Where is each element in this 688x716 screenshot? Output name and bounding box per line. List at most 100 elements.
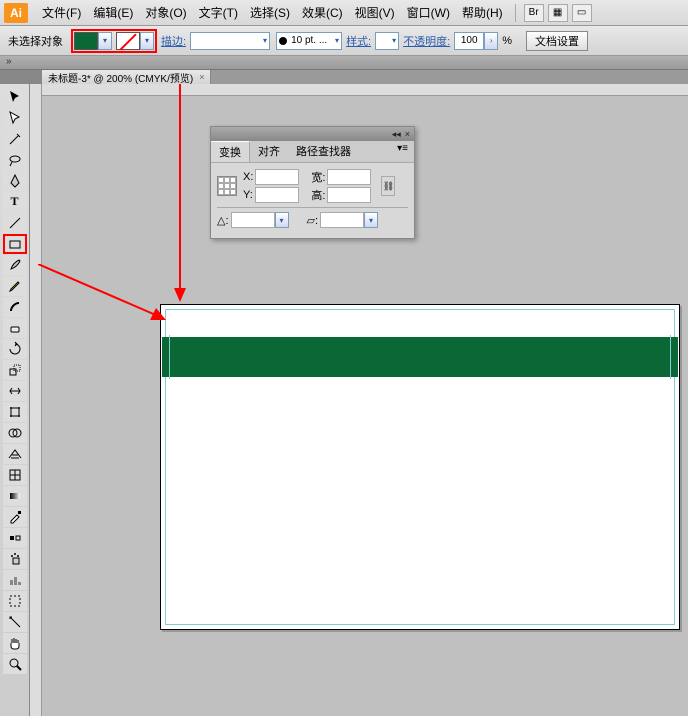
width-label: 宽: (311, 169, 325, 185)
menu-object[interactable]: 对象(O) (139, 4, 192, 21)
fill-color-swatch[interactable] (74, 32, 98, 50)
tool-panel: T (0, 84, 30, 716)
document-tab-bar: 未标题-3* @ 200% (CMYK/预览) × (0, 70, 688, 84)
tab-transform[interactable]: 变换 (211, 141, 250, 162)
magic-wand-tool[interactable] (3, 129, 27, 149)
document-setup-button[interactable]: 文档设置 (526, 31, 588, 51)
control-bar: 未选择对象 ▾ ▾ 描边: ▾ 10 pt. ... ▾ 样式: ▾ 不透明度:… (0, 26, 688, 56)
width-input[interactable] (327, 169, 371, 185)
menu-type[interactable]: 文字(T) (193, 4, 244, 21)
opacity-dropdown[interactable]: › (484, 32, 498, 50)
zoom-tool[interactable] (3, 654, 27, 674)
workspace: T (0, 84, 688, 716)
stroke-weight-dropdown[interactable]: ▾ (190, 32, 270, 50)
eyedropper-tool[interactable] (3, 507, 27, 527)
shear-dropdown[interactable]: ▾ (364, 212, 378, 228)
shear-label: ▱: (307, 214, 319, 227)
tab-align[interactable]: 对齐 (250, 141, 288, 162)
guide-vertical-left (169, 335, 170, 379)
expand-caret-icon[interactable]: » (6, 56, 12, 67)
y-input[interactable] (255, 187, 299, 203)
shear-input[interactable] (320, 212, 364, 228)
selection-status: 未选择对象 (8, 33, 63, 49)
stroke-panel-link[interactable]: 描边: (161, 33, 186, 49)
stroke-color-swatch[interactable] (116, 32, 140, 50)
selection-tool[interactable] (3, 87, 27, 107)
gradient-tool[interactable] (3, 486, 27, 506)
document-tab-title: 未标题-3* @ 200% (CMYK/预览) (48, 70, 193, 85)
menu-effect[interactable]: 效果(C) (296, 4, 349, 21)
column-graph-tool[interactable] (3, 570, 27, 590)
rotate-dropdown[interactable]: ▾ (275, 212, 289, 228)
artboard (160, 304, 680, 630)
eraser-tool[interactable] (3, 318, 27, 338)
menu-view[interactable]: 视图(V) (349, 4, 401, 21)
rotate-tool[interactable] (3, 339, 27, 359)
reference-point-selector[interactable] (217, 176, 237, 196)
menu-separator (515, 4, 516, 22)
rectangle-tool[interactable] (3, 234, 27, 254)
constrain-proportions-icon[interactable]: ⛓ (381, 176, 395, 196)
opacity-unit: % (502, 35, 512, 47)
style-dropdown[interactable]: ▾ (375, 32, 399, 50)
green-rectangle-shape[interactable] (162, 337, 678, 377)
brush-label: 10 pt. ... (291, 35, 327, 46)
hand-tool[interactable] (3, 633, 27, 653)
pencil-tool[interactable] (3, 276, 27, 296)
menu-edit[interactable]: 编辑(E) (87, 4, 139, 21)
perspective-grid-tool[interactable] (3, 444, 27, 464)
pen-tool[interactable] (3, 171, 27, 191)
opacity-input[interactable] (454, 32, 484, 50)
app-logo: Ai (4, 3, 28, 23)
panel-menu-icon[interactable]: ▾≡ (391, 141, 414, 162)
lasso-tool[interactable] (3, 150, 27, 170)
fill-dropdown[interactable]: ▾ (98, 32, 112, 50)
blob-brush-tool[interactable] (3, 297, 27, 317)
scale-tool[interactable] (3, 360, 27, 380)
close-panel-icon[interactable]: × (405, 129, 410, 139)
direct-selection-tool[interactable] (3, 108, 27, 128)
free-transform-tool[interactable] (3, 402, 27, 422)
width-tool[interactable] (3, 381, 27, 401)
transform-panel[interactable]: ◂◂ × 变换 对齐 路径查找器 ▾≡ X: Y: (210, 126, 415, 239)
close-tab-icon[interactable]: × (199, 72, 204, 82)
x-input[interactable] (255, 169, 299, 185)
height-label: 高: (311, 187, 325, 203)
bridge-icon[interactable]: Br (524, 4, 544, 22)
shape-builder-tool[interactable] (3, 423, 27, 443)
annotation-arrow-1 (160, 84, 200, 302)
guide-vertical-right (670, 335, 671, 379)
menu-bar: Ai 文件(F) 编辑(E) 对象(O) 文字(T) 选择(S) 效果(C) 视… (0, 0, 688, 26)
vertical-ruler (30, 84, 42, 716)
arrange-docs-icon[interactable]: ▦ (548, 4, 568, 22)
menu-help[interactable]: 帮助(H) (456, 4, 509, 21)
tab-pathfinder[interactable]: 路径查找器 (288, 141, 359, 162)
slice-tool[interactable] (3, 612, 27, 632)
blend-tool[interactable] (3, 528, 27, 548)
style-label[interactable]: 样式: (346, 33, 371, 49)
menu-file[interactable]: 文件(F) (36, 4, 87, 21)
symbol-sprayer-tool[interactable] (3, 549, 27, 569)
line-tool[interactable] (3, 213, 27, 233)
collapse-icon[interactable]: ◂◂ (392, 129, 401, 140)
paintbrush-tool[interactable] (3, 255, 27, 275)
canvas-area[interactable]: ◂◂ × 变换 对齐 路径查找器 ▾≡ X: Y: (30, 84, 688, 716)
menu-select[interactable]: 选择(S) (244, 4, 296, 21)
x-label: X: (243, 171, 253, 183)
opacity-label[interactable]: 不透明度: (403, 33, 450, 49)
stroke-dropdown[interactable]: ▾ (140, 32, 154, 50)
rotate-input[interactable] (231, 212, 275, 228)
height-input[interactable] (327, 187, 371, 203)
panel-titlebar[interactable]: ◂◂ × (211, 127, 414, 141)
screen-mode-icon[interactable]: ▭ (572, 4, 592, 22)
artboard-tool[interactable] (3, 591, 27, 611)
y-label: Y: (243, 189, 253, 201)
horizontal-ruler (42, 84, 688, 96)
annotation-arrow-2 (38, 264, 168, 324)
menu-window[interactable]: 窗口(W) (401, 4, 456, 21)
rotate-label: △: (217, 214, 229, 227)
document-tab[interactable]: 未标题-3* @ 200% (CMYK/预览) × (42, 70, 211, 84)
brush-combo[interactable]: 10 pt. ... ▾ (276, 32, 342, 50)
type-tool[interactable]: T (3, 192, 27, 212)
mesh-tool[interactable] (3, 465, 27, 485)
